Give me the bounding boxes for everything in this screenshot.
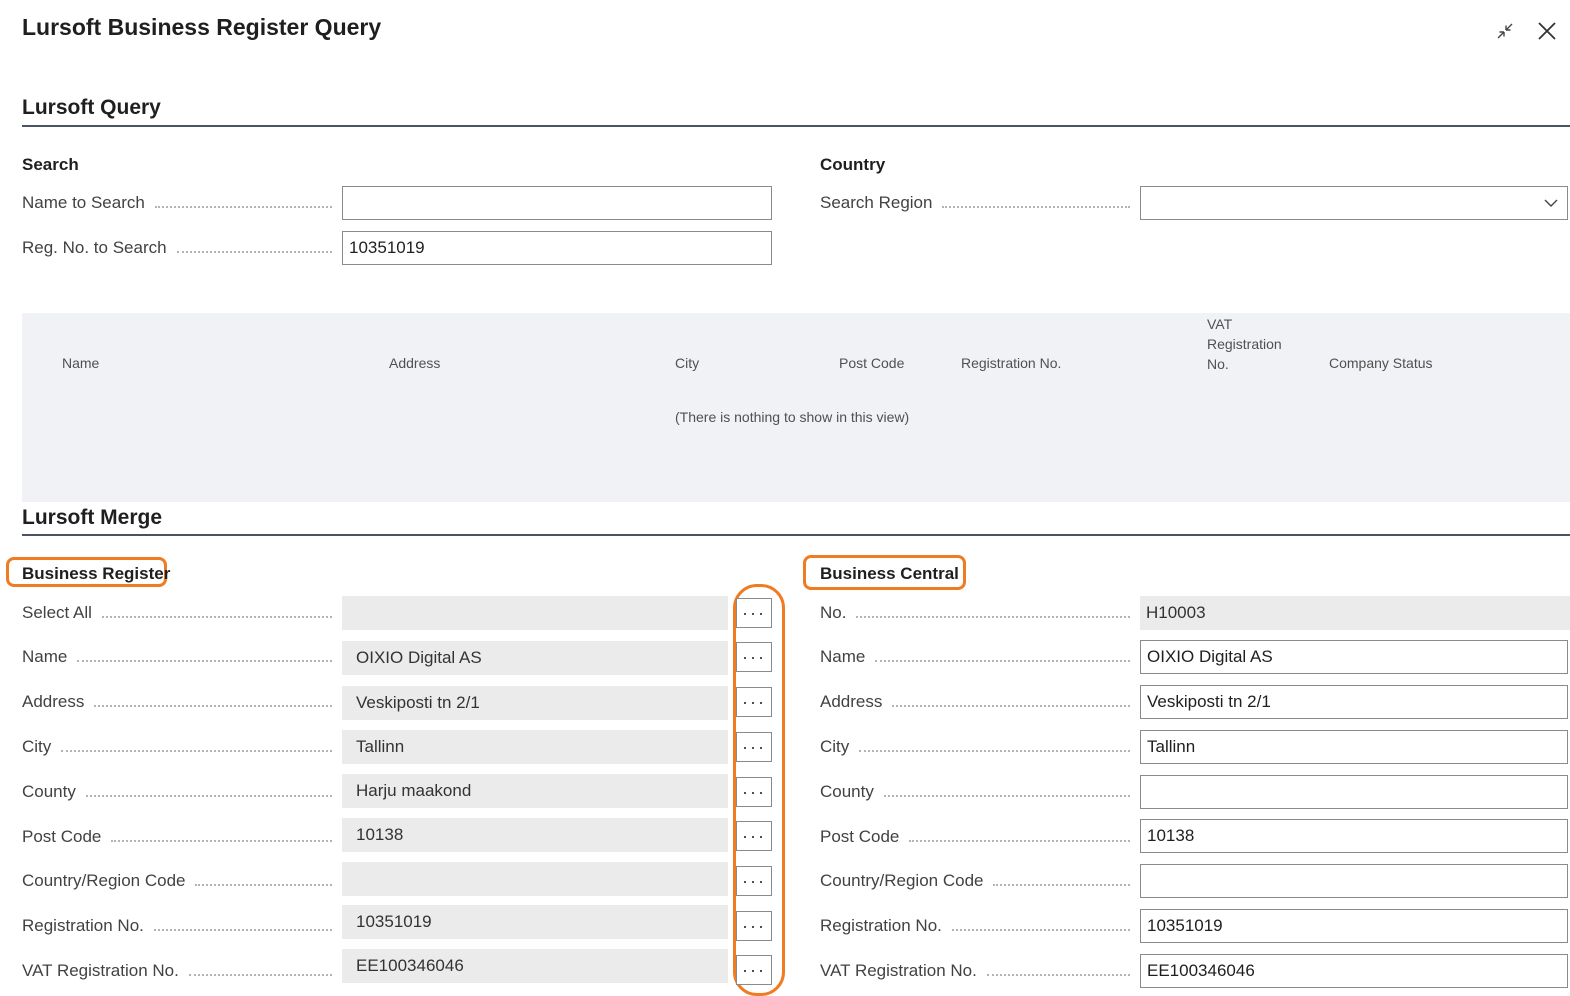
country-group-title: Country: [820, 155, 886, 174]
br-registration-no-label: Registration No.: [22, 909, 334, 943]
br-registration-no-value: 10351019: [342, 905, 728, 939]
bc-no-label: No.: [820, 596, 1132, 630]
collapse-button[interactable]: [1491, 18, 1519, 44]
br-vat-registration-no-label: VAT Registration No.: [22, 954, 334, 988]
br-name-label: Name: [22, 640, 334, 674]
br-address-value: Veskiposti tn 2/1: [342, 686, 728, 720]
br-vat-registration-no-assist-button[interactable]: ···: [736, 955, 772, 985]
bc-address-label: Address: [820, 685, 1132, 719]
merge-section-rule: [22, 534, 1570, 536]
chevron-down-icon: [1544, 199, 1558, 207]
reg-no-to-search-label: Reg. No. to Search: [22, 231, 334, 265]
br-county-value: Harju maakond: [342, 774, 728, 808]
bc-no-value: H10003: [1140, 596, 1570, 630]
query-section-title: Lursoft Query: [22, 96, 161, 119]
merge-section-title: Lursoft Merge: [22, 506, 163, 529]
bc-vat-registration-no-input[interactable]: EE100346046: [1140, 954, 1568, 988]
search-region-label: Search Region: [820, 186, 1132, 220]
br-name-value: OIXIO Digital AS: [342, 641, 728, 675]
collapse-icon: [1497, 23, 1513, 39]
bc-registration-no-input[interactable]: 10351019: [1140, 909, 1568, 943]
br-select-all-assist-button[interactable]: ···: [736, 598, 772, 628]
br-select-all-value: [342, 596, 728, 630]
empty-grid-message: (There is nothing to show in this view): [675, 409, 910, 425]
br-country-region-code-label: Country/Region Code: [22, 864, 334, 898]
business-register-title: Business Register: [22, 564, 171, 583]
bc-post-code-label: Post Code: [820, 820, 1132, 854]
bc-name-input[interactable]: OIXIO Digital AS: [1140, 640, 1568, 674]
bc-city-label: City: [820, 730, 1132, 764]
br-city-assist-button[interactable]: ···: [736, 732, 772, 762]
bc-country-region-code-label: Country/Region Code: [820, 864, 1132, 898]
column-header-name[interactable]: Name: [62, 353, 99, 373]
bc-address-input[interactable]: Veskiposti tn 2/1: [1140, 685, 1568, 719]
br-county-assist-button[interactable]: ···: [736, 777, 772, 807]
bc-vat-registration-no-label: VAT Registration No.: [820, 954, 1132, 988]
bc-country-region-code-input[interactable]: [1140, 864, 1568, 898]
bc-county-input[interactable]: [1140, 775, 1568, 809]
reg-no-to-search-input[interactable]: 10351019: [342, 231, 772, 265]
br-county-label: County: [22, 775, 334, 809]
br-address-label: Address: [22, 685, 334, 719]
br-country-region-code-assist-button[interactable]: ···: [736, 866, 772, 896]
br-registration-no-assist-button[interactable]: ···: [736, 911, 772, 941]
business-central-title: Business Central: [820, 564, 959, 583]
column-header-registration-no[interactable]: Registration No.: [961, 353, 1061, 373]
br-vat-registration-no-value: EE100346046: [342, 949, 728, 983]
column-header-address[interactable]: Address: [389, 353, 440, 373]
br-post-code-value: 10138: [342, 818, 728, 852]
br-address-assist-button[interactable]: ···: [736, 687, 772, 717]
bc-post-code-input[interactable]: 10138: [1140, 819, 1568, 853]
bc-city-input[interactable]: Tallinn: [1140, 730, 1568, 764]
br-city-value: Tallinn: [342, 730, 728, 764]
close-icon: [1538, 22, 1556, 40]
bc-registration-no-label: Registration No.: [820, 909, 1132, 943]
br-post-code-label: Post Code: [22, 820, 334, 854]
br-city-label: City: [22, 730, 334, 764]
results-grid: Name Address City Post Code Registration…: [22, 313, 1570, 502]
query-section-rule: [22, 125, 1570, 127]
bc-county-label: County: [820, 775, 1132, 809]
name-to-search-label: Name to Search: [22, 186, 334, 220]
column-header-vat-registration-no[interactable]: VAT Registration No.: [1207, 314, 1282, 374]
column-header-city[interactable]: City: [675, 353, 699, 373]
column-header-post-code[interactable]: Post Code: [839, 353, 904, 373]
search-group-title: Search: [22, 155, 79, 174]
br-country-region-code-value: [342, 862, 728, 896]
name-to-search-input[interactable]: [342, 186, 772, 220]
column-header-company-status[interactable]: Company Status: [1329, 353, 1433, 373]
bc-name-label: Name: [820, 640, 1132, 674]
br-select-all-label: Select All: [22, 596, 334, 630]
search-region-select[interactable]: [1140, 186, 1568, 220]
br-name-assist-button[interactable]: ···: [736, 642, 772, 672]
dialog-title: Lursoft Business Register Query: [22, 14, 382, 40]
br-post-code-assist-button[interactable]: ···: [736, 821, 772, 851]
close-button[interactable]: [1533, 18, 1561, 44]
